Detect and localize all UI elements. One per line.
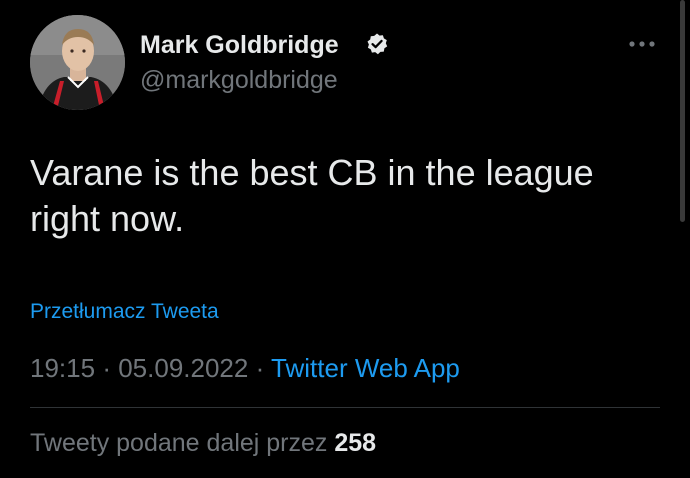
retweets-label: Tweety podane dalej przez (30, 429, 328, 457)
retweets-link[interactable]: Tweety podane dalej przez 258 (30, 427, 376, 459)
tweet-time[interactable]: 19:15 (30, 353, 95, 383)
author-display-name[interactable]: Mark Goldbridge (140, 30, 339, 60)
scrollbar-thumb[interactable] (680, 0, 685, 222)
translate-tweet-link[interactable]: Przetłumacz Tweeta (30, 299, 219, 325)
tweet-source-link[interactable]: Twitter Web App (271, 353, 460, 383)
retweets-count: 258 (334, 429, 377, 457)
divider (30, 407, 660, 408)
meta-separator: · (255, 353, 265, 383)
meta-separator: · (102, 353, 111, 383)
avatar-photo-icon (30, 15, 125, 110)
author-handle[interactable]: @markgoldbridge (140, 65, 338, 95)
verified-badge-icon (367, 33, 388, 55)
tweet-date[interactable]: 05.09.2022 (118, 353, 248, 383)
tweet-metadata: 19:15 · 05.09.2022 · Twitter Web App (30, 352, 460, 384)
tweet-card: Mark Goldbridge @markgoldbridge Varane i… (0, 0, 690, 478)
tweet-text: Varane is the best CB in the league righ… (30, 152, 594, 239)
more-options-icon[interactable] (626, 34, 658, 54)
author-avatar[interactable] (30, 15, 125, 110)
